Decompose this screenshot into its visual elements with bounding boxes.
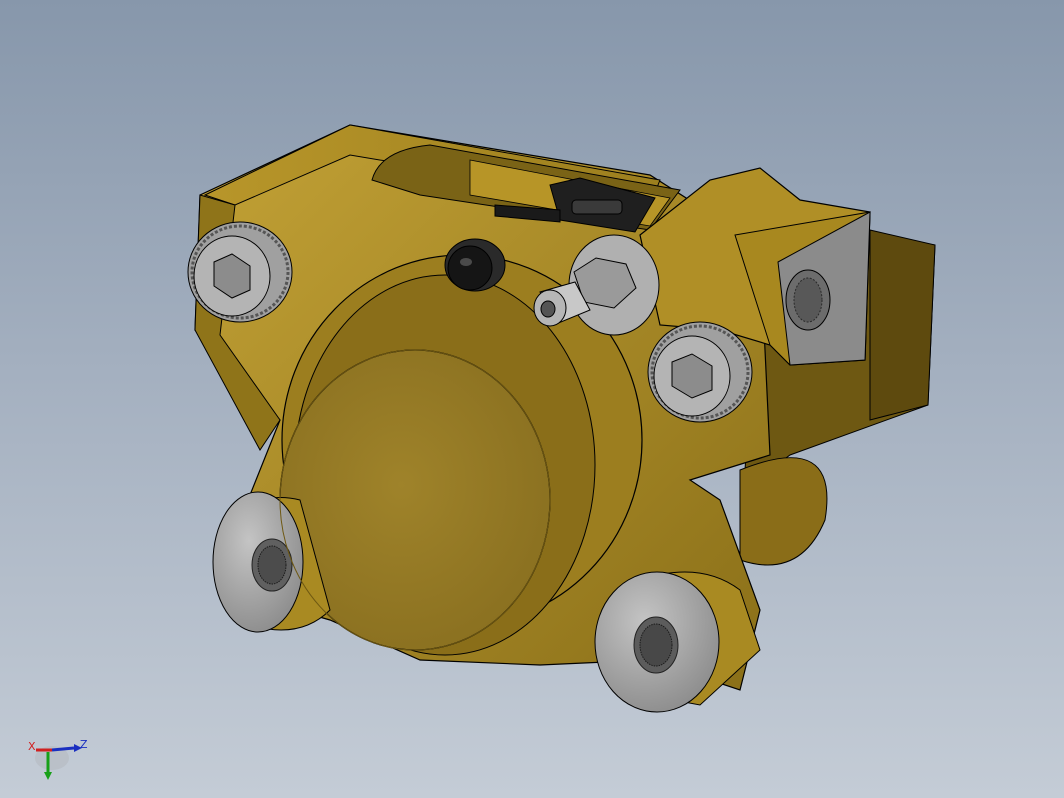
bleeder-cap — [444, 238, 506, 292]
cap-screw-left — [187, 221, 293, 323]
right-mount-ear — [594, 571, 761, 713]
rear-housing-face — [869, 229, 936, 421]
z-axis-label: Z — [80, 738, 88, 751]
caliper-3d-model[interactable] — [0, 0, 1064, 798]
cad-viewport[interactable]: X Z — [0, 0, 1064, 798]
rear-lobe — [739, 457, 828, 566]
x-axis-label: X — [28, 740, 36, 753]
orientation-triad[interactable]: X Z — [26, 736, 90, 788]
cap-screw-right — [647, 321, 753, 423]
pad-clip — [571, 199, 623, 215]
z-axis-arrow-icon — [51, 746, 75, 752]
